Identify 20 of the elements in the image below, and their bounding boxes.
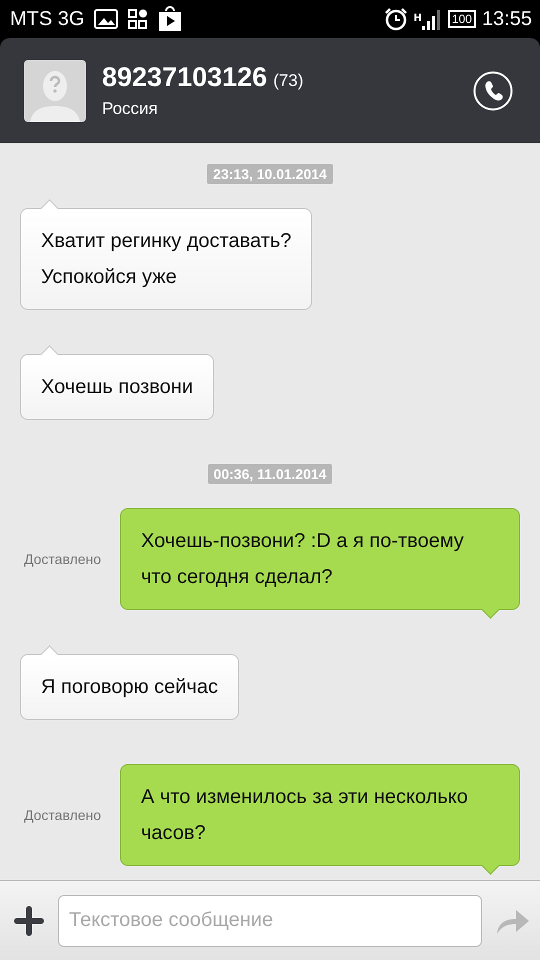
apps-icon xyxy=(128,9,148,29)
date-stamp: 00:36, 11.01.2014 xyxy=(208,464,332,484)
contact-number: 89237103126 xyxy=(102,62,268,93)
delivery-status: Доставлено xyxy=(23,551,102,567)
carrier-label: MTS 3G xyxy=(10,8,84,30)
alarm-icon xyxy=(384,7,408,31)
message-input-field[interactable]: Текстовое сообщение xyxy=(58,894,482,946)
image-icon xyxy=(94,9,118,29)
add-attachment-button[interactable] xyxy=(14,906,44,936)
clock: 13:55 xyxy=(482,8,532,30)
signal-icon xyxy=(422,8,442,30)
avatar-icon xyxy=(24,60,86,122)
message-count: (73) xyxy=(273,71,304,91)
call-button[interactable] xyxy=(473,70,513,110)
network-type-label: H xyxy=(414,13,422,24)
date-stamp: 23:13, 10.01.2014 xyxy=(207,164,333,184)
delivery-status: Доставлено xyxy=(23,807,102,823)
contact-region: Россия xyxy=(102,99,159,119)
play-store-icon xyxy=(158,6,182,32)
battery-indicator: 100 xyxy=(448,10,476,28)
